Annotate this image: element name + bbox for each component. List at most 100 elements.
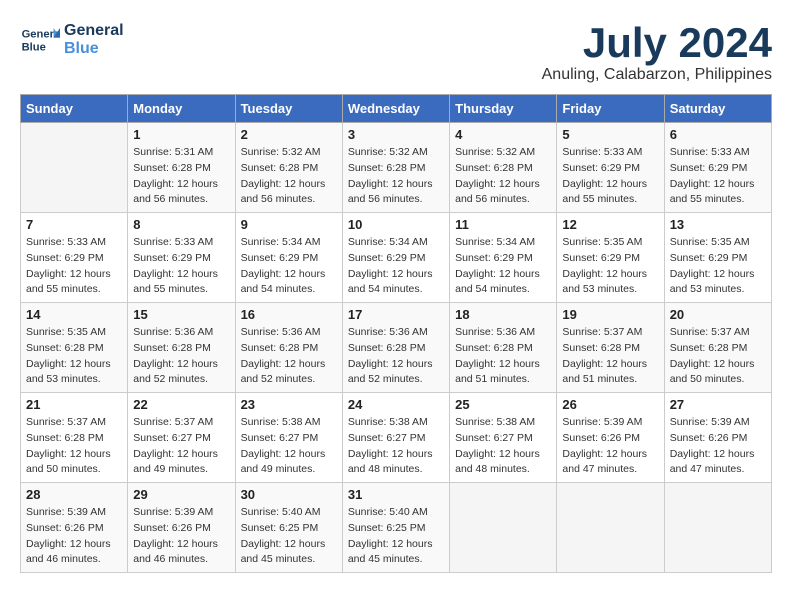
day-number: 28	[26, 487, 122, 502]
day-number: 30	[241, 487, 337, 502]
calendar-cell: 25 Sunrise: 5:38 AM Sunset: 6:27 PM Dayli…	[450, 393, 557, 483]
calendar-cell: 20 Sunrise: 5:37 AM Sunset: 6:28 PM Dayli…	[664, 303, 771, 393]
day-info: Sunrise: 5:39 AM Sunset: 6:26 PM Dayligh…	[562, 415, 658, 478]
week-row-3: 14 Sunrise: 5:35 AM Sunset: 6:28 PM Dayli…	[21, 303, 772, 393]
calendar-table: SundayMondayTuesdayWednesdayThursdayFrid…	[20, 94, 772, 573]
day-info: Sunrise: 5:36 AM Sunset: 6:28 PM Dayligh…	[455, 325, 551, 388]
location-subtitle: Anuling, Calabarzon, Philippines	[542, 66, 772, 84]
day-number: 16	[241, 307, 337, 322]
calendar-cell: 8 Sunrise: 5:33 AM Sunset: 6:29 PM Daylig…	[128, 213, 235, 303]
calendar-cell: 16 Sunrise: 5:36 AM Sunset: 6:28 PM Dayli…	[235, 303, 342, 393]
day-number: 13	[670, 217, 766, 232]
day-number: 27	[670, 397, 766, 412]
day-info: Sunrise: 5:34 AM Sunset: 6:29 PM Dayligh…	[455, 235, 551, 298]
calendar-cell: 14 Sunrise: 5:35 AM Sunset: 6:28 PM Dayli…	[21, 303, 128, 393]
calendar-cell: 21Sunrise: 5:37 AM Sunset: 6:28 PM Dayli…	[21, 393, 128, 483]
day-number: 20	[670, 307, 766, 322]
calendar-cell: 7 Sunrise: 5:33 AM Sunset: 6:29 PM Daylig…	[21, 213, 128, 303]
day-number: 5	[562, 127, 658, 142]
calendar-cell: 15Sunrise: 5:36 AM Sunset: 6:28 PM Dayli…	[128, 303, 235, 393]
logo-icon: General Blue	[20, 20, 60, 60]
main-title: July 2024	[542, 20, 772, 66]
week-row-1: 1Sunrise: 5:31 AM Sunset: 6:28 PM Daylig…	[21, 123, 772, 213]
calendar-cell: 23Sunrise: 5:38 AM Sunset: 6:27 PM Dayli…	[235, 393, 342, 483]
calendar-cell: 28 Sunrise: 5:39 AM Sunset: 6:26 PM Dayli…	[21, 483, 128, 573]
day-number: 3	[348, 127, 444, 142]
days-header-row: SundayMondayTuesdayWednesdayThursdayFrid…	[21, 95, 772, 123]
day-info: Sunrise: 5:36 AM Sunset: 6:28 PM Dayligh…	[348, 325, 444, 388]
calendar-cell	[450, 483, 557, 573]
day-info: Sunrise: 5:32 AM Sunset: 6:28 PM Dayligh…	[241, 145, 337, 208]
day-info: Sunrise: 5:39 AM Sunset: 6:26 PM Dayligh…	[26, 505, 122, 568]
calendar-cell: 13 Sunrise: 5:35 AM Sunset: 6:29 PM Dayli…	[664, 213, 771, 303]
calendar-cell: 29Sunrise: 5:39 AM Sunset: 6:26 PM Dayli…	[128, 483, 235, 573]
day-info: Sunrise: 5:34 AM Sunset: 6:29 PM Dayligh…	[241, 235, 337, 298]
calendar-cell: 9Sunrise: 5:34 AM Sunset: 6:29 PM Daylig…	[235, 213, 342, 303]
calendar-cell: 3 Sunrise: 5:32 AM Sunset: 6:28 PM Daylig…	[342, 123, 449, 213]
calendar-cell: 6 Sunrise: 5:33 AM Sunset: 6:29 PM Daylig…	[664, 123, 771, 213]
day-info: Sunrise: 5:33 AM Sunset: 6:29 PM Dayligh…	[562, 145, 658, 208]
day-info: Sunrise: 5:35 AM Sunset: 6:29 PM Dayligh…	[562, 235, 658, 298]
day-info: Sunrise: 5:39 AM Sunset: 6:26 PM Dayligh…	[670, 415, 766, 478]
day-number: 17	[348, 307, 444, 322]
calendar-cell: 24Sunrise: 5:38 AM Sunset: 6:27 PM Dayli…	[342, 393, 449, 483]
day-number: 25	[455, 397, 551, 412]
calendar-cell: 4 Sunrise: 5:32 AM Sunset: 6:28 PM Daylig…	[450, 123, 557, 213]
calendar-cell: 22Sunrise: 5:37 AM Sunset: 6:27 PM Dayli…	[128, 393, 235, 483]
day-info: Sunrise: 5:37 AM Sunset: 6:28 PM Dayligh…	[26, 415, 122, 478]
day-info: Sunrise: 5:33 AM Sunset: 6:29 PM Dayligh…	[26, 235, 122, 298]
day-header-sunday: Sunday	[21, 95, 128, 123]
day-number: 15	[133, 307, 229, 322]
day-info: Sunrise: 5:35 AM Sunset: 6:28 PM Dayligh…	[26, 325, 122, 388]
day-info: Sunrise: 5:33 AM Sunset: 6:29 PM Dayligh…	[133, 235, 229, 298]
calendar-cell: 26 Sunrise: 5:39 AM Sunset: 6:26 PM Dayli…	[557, 393, 664, 483]
calendar-cell: 11 Sunrise: 5:34 AM Sunset: 6:29 PM Dayli…	[450, 213, 557, 303]
page-header: General Blue General Blue July 2024 Anul…	[20, 20, 772, 84]
day-info: Sunrise: 5:32 AM Sunset: 6:28 PM Dayligh…	[455, 145, 551, 208]
day-number: 19	[562, 307, 658, 322]
day-info: Sunrise: 5:37 AM Sunset: 6:28 PM Dayligh…	[670, 325, 766, 388]
day-info: Sunrise: 5:36 AM Sunset: 6:28 PM Dayligh…	[241, 325, 337, 388]
day-header-wednesday: Wednesday	[342, 95, 449, 123]
day-info: Sunrise: 5:32 AM Sunset: 6:28 PM Dayligh…	[348, 145, 444, 208]
week-row-5: 28 Sunrise: 5:39 AM Sunset: 6:26 PM Dayli…	[21, 483, 772, 573]
day-number: 23	[241, 397, 337, 412]
calendar-cell: 2 Sunrise: 5:32 AM Sunset: 6:28 PM Daylig…	[235, 123, 342, 213]
day-info: Sunrise: 5:38 AM Sunset: 6:27 PM Dayligh…	[348, 415, 444, 478]
day-number: 14	[26, 307, 122, 322]
logo-text-line2: Blue	[64, 40, 124, 58]
calendar-cell: 10Sunrise: 5:34 AM Sunset: 6:29 PM Dayli…	[342, 213, 449, 303]
day-number: 8	[133, 217, 229, 232]
day-info: Sunrise: 5:35 AM Sunset: 6:29 PM Dayligh…	[670, 235, 766, 298]
day-info: Sunrise: 5:33 AM Sunset: 6:29 PM Dayligh…	[670, 145, 766, 208]
svg-text:Blue: Blue	[22, 41, 46, 53]
calendar-cell	[664, 483, 771, 573]
day-number: 2	[241, 127, 337, 142]
week-row-4: 21Sunrise: 5:37 AM Sunset: 6:28 PM Dayli…	[21, 393, 772, 483]
calendar-cell: 5 Sunrise: 5:33 AM Sunset: 6:29 PM Daylig…	[557, 123, 664, 213]
day-info: Sunrise: 5:38 AM Sunset: 6:27 PM Dayligh…	[455, 415, 551, 478]
calendar-cell: 30 Sunrise: 5:40 AM Sunset: 6:25 PM Dayli…	[235, 483, 342, 573]
day-number: 26	[562, 397, 658, 412]
day-number: 4	[455, 127, 551, 142]
day-header-monday: Monday	[128, 95, 235, 123]
week-row-2: 7 Sunrise: 5:33 AM Sunset: 6:29 PM Daylig…	[21, 213, 772, 303]
calendar-cell	[21, 123, 128, 213]
day-number: 18	[455, 307, 551, 322]
day-header-friday: Friday	[557, 95, 664, 123]
day-number: 6	[670, 127, 766, 142]
day-number: 1	[133, 127, 229, 142]
day-number: 10	[348, 217, 444, 232]
calendar-cell: 12Sunrise: 5:35 AM Sunset: 6:29 PM Dayli…	[557, 213, 664, 303]
calendar-cell: 18 Sunrise: 5:36 AM Sunset: 6:28 PM Dayli…	[450, 303, 557, 393]
logo-text-line1: General	[64, 22, 124, 40]
calendar-cell: 19Sunrise: 5:37 AM Sunset: 6:28 PM Dayli…	[557, 303, 664, 393]
day-number: 11	[455, 217, 551, 232]
day-number: 7	[26, 217, 122, 232]
title-block: July 2024 Anuling, Calabarzon, Philippin…	[542, 20, 772, 84]
day-info: Sunrise: 5:40 AM Sunset: 6:25 PM Dayligh…	[241, 505, 337, 568]
day-header-thursday: Thursday	[450, 95, 557, 123]
calendar-cell: 27 Sunrise: 5:39 AM Sunset: 6:26 PM Dayli…	[664, 393, 771, 483]
day-number: 31	[348, 487, 444, 502]
logo: General Blue General Blue	[20, 20, 124, 60]
